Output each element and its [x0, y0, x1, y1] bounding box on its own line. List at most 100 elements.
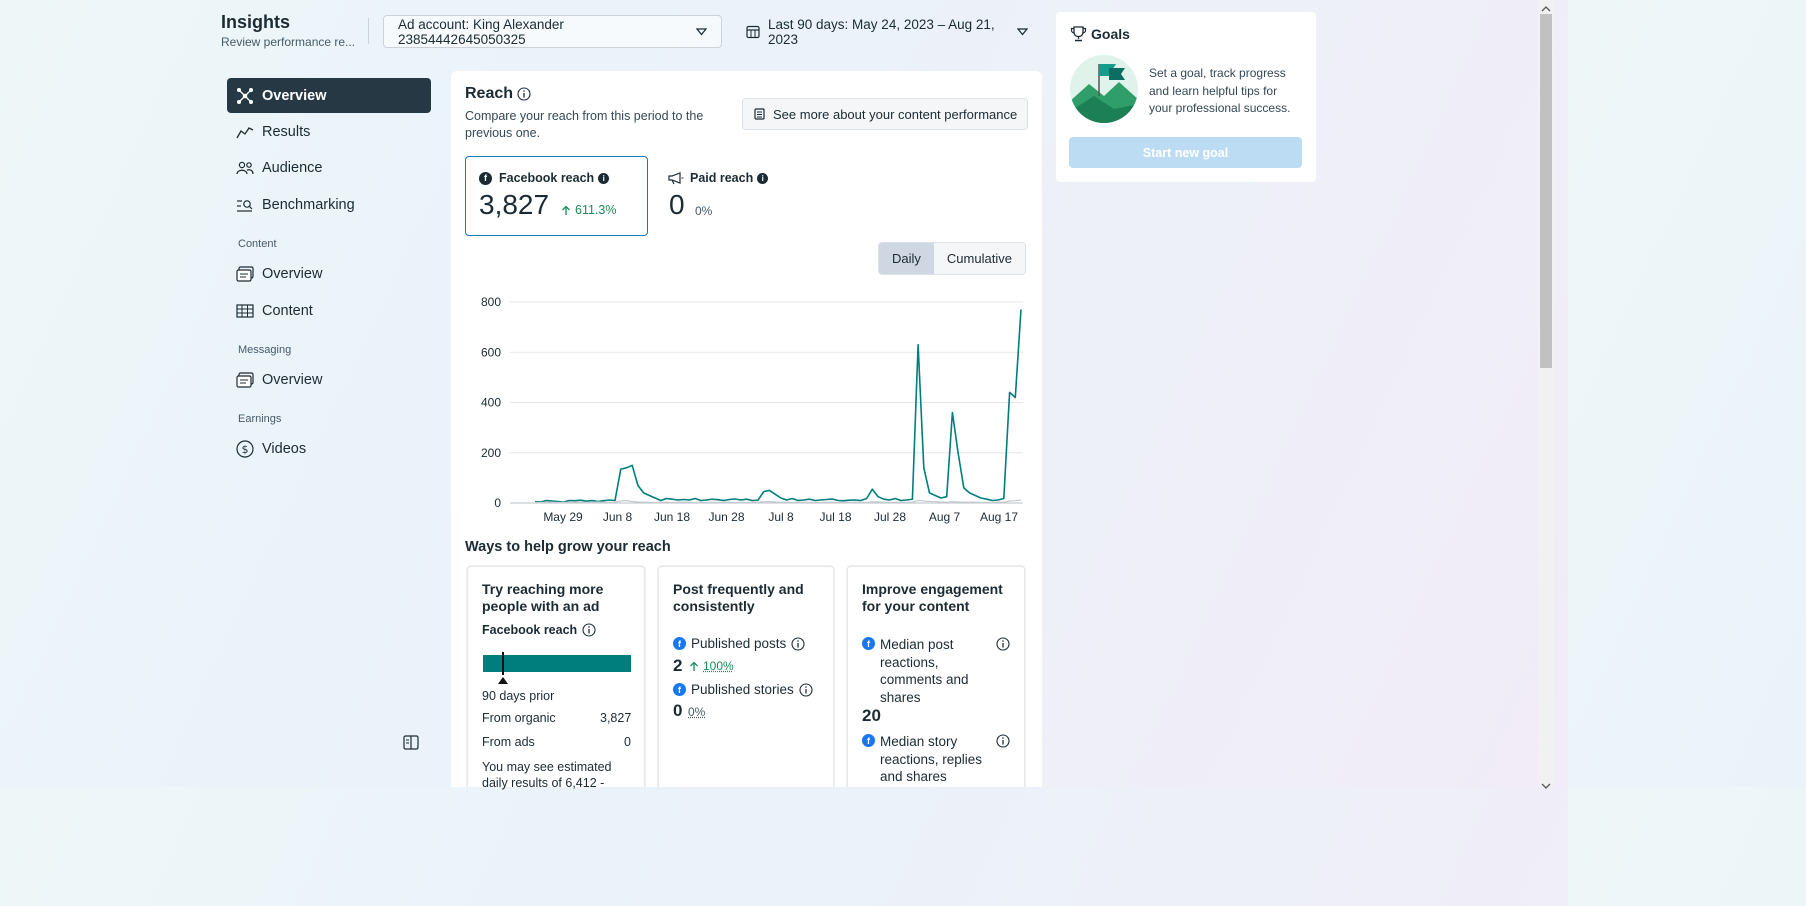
ads-value: 0: [624, 735, 631, 749]
sidebar-heading-content: Content: [238, 238, 277, 250]
x-tick-label: Jun 28: [708, 510, 744, 524]
median-story-metric: f Median story reactions, replies and sh…: [862, 733, 990, 786]
info-icon[interactable]: [791, 636, 805, 651]
sidebar-heading-messaging: Messaging: [238, 344, 292, 356]
sidebar-item-benchmarking[interactable]: Benchmarking: [227, 187, 431, 222]
date-range-label: Last 90 days: May 24, 2023 – Aug 21, 202…: [768, 16, 995, 47]
content-overview-icon: [235, 264, 255, 284]
sidebar-item-label: Audience: [262, 159, 323, 176]
facebook-reach-change: 611.3%: [561, 203, 616, 217]
sidebar-item-audience[interactable]: Audience: [227, 150, 431, 185]
sidebar-item-label: Results: [262, 123, 311, 140]
ads-label: From ads: [482, 735, 535, 749]
ad-account-dropdown[interactable]: Ad account: King Alexander 2385444264505…: [383, 15, 722, 48]
tip-card-post-frequency-title: Post frequently and consistently: [673, 581, 804, 614]
organic-value: 3,827: [600, 711, 632, 725]
facebook-icon: f: [673, 683, 686, 696]
sidebar-item-messaging-overview[interactable]: Overview: [227, 362, 431, 397]
facebook-icon: f: [479, 171, 492, 185]
table-icon: [235, 301, 255, 321]
collapse-sidebar-icon[interactable]: [403, 735, 419, 755]
see-more-button[interactable]: See more about your content performance: [742, 98, 1028, 130]
x-tick-label: May 29: [543, 510, 583, 524]
published-posts-value: 2: [673, 656, 683, 675]
facebook-reach-label-text: Facebook reach: [499, 171, 595, 185]
page-subtitle: Review performance re...: [221, 35, 356, 49]
audience-icon: [235, 158, 255, 178]
facebook-icon: f: [862, 734, 875, 747]
estimate-note: You may see estimated daily results of 6…: [482, 760, 612, 790]
dollar-icon: $: [235, 439, 255, 459]
published-stories-change: 0%: [688, 705, 706, 719]
reach-progress-bar: [483, 655, 631, 672]
sidebar-item-content-overview[interactable]: Overview: [227, 256, 431, 291]
messaging-overview-icon: [235, 370, 255, 390]
goals-title-text: Goals: [1091, 26, 1130, 42]
marker-label: 90 days prior: [482, 689, 555, 703]
sidebar-item-label: Benchmarking: [262, 196, 355, 213]
published-stories-text: Published stories: [691, 682, 794, 697]
facebook-reach-value: 3,827: [479, 189, 550, 220]
organic-label: From organic: [482, 711, 556, 725]
reach-title: Reach: [465, 85, 531, 103]
x-tick-label: Jul 8: [768, 510, 794, 524]
daily-cumulative-toggle: Daily Cumulative: [878, 242, 1026, 275]
header-divider: [368, 18, 369, 44]
goals-description: Set a goal, track progress and learn hel…: [1149, 66, 1291, 115]
scroll-down-arrow-icon[interactable]: [1541, 777, 1551, 795]
info-icon[interactable]: i: [598, 172, 610, 184]
facebook-reach-change-text: 611.3%: [575, 203, 617, 217]
tip-card-engagement-title: Improve engagement for your content: [862, 581, 1003, 614]
info-icon[interactable]: [799, 682, 813, 697]
reach-progress-marker: [498, 677, 508, 684]
scroll-up-arrow-icon[interactable]: [1541, 0, 1551, 18]
arrow-up-icon: [689, 661, 699, 672]
goals-title: Goals: [1070, 26, 1130, 42]
y-tick-label: 200: [481, 446, 501, 460]
sidebar-item-content[interactable]: Content: [227, 293, 431, 328]
sidebar-item-label: Videos: [262, 440, 307, 457]
x-tick-label: Jun 18: [654, 510, 690, 524]
goal-flag-illustration: [1069, 54, 1139, 129]
y-tick-label: 800: [481, 295, 501, 309]
published-posts-text: Published posts: [691, 636, 787, 651]
x-tick-label: Aug 17: [980, 510, 1018, 524]
info-icon[interactable]: [582, 623, 596, 637]
paid-reach-label-text: Paid reach: [690, 171, 754, 185]
ad-account-label: Ad account: King Alexander 2385444264505…: [398, 16, 564, 47]
info-icon[interactable]: [996, 734, 1010, 753]
scrollbar-thumb[interactable]: [1540, 14, 1552, 368]
paid-reach-value: 0: [669, 189, 685, 220]
sidebar-item-videos[interactable]: $ Videos: [227, 431, 431, 466]
info-icon[interactable]: [996, 637, 1010, 656]
overview-icon: [235, 86, 255, 106]
sidebar-item-results[interactable]: Results: [227, 114, 431, 149]
chevron-down-icon: [1017, 27, 1028, 36]
sidebar-item-overview[interactable]: Overview: [227, 78, 431, 113]
daily-toggle-button[interactable]: Daily: [879, 243, 934, 274]
chevron-down-icon: [696, 27, 707, 36]
reach-title-text: Reach: [465, 85, 514, 102]
published-posts-label: f Published posts: [673, 636, 805, 651]
cumulative-toggle-button[interactable]: Cumulative: [933, 243, 1025, 274]
published-stories-value: 0: [673, 701, 683, 720]
page-title: Insights: [221, 12, 291, 32]
sidebar-item-label: Content: [262, 302, 313, 319]
y-tick-label: 400: [481, 396, 501, 410]
date-range-dropdown[interactable]: Last 90 days: May 24, 2023 – Aug 21, 202…: [736, 15, 1042, 48]
see-more-label: See more about your content performance: [773, 106, 1018, 122]
facebook-reach-label: f Facebook reach i: [479, 171, 610, 185]
paid-reach-label[interactable]: Paid reach i: [668, 171, 769, 185]
sidebar-item-label: Overview: [262, 265, 323, 282]
paid-reach-change: 0%: [695, 204, 713, 218]
facebook-icon: f: [862, 637, 875, 650]
svg-text:$: $: [242, 443, 249, 456]
arrow-up-icon: [561, 205, 571, 216]
grow-reach-title: Ways to help grow your reach: [465, 539, 671, 555]
info-icon[interactable]: [517, 87, 531, 101]
reach-line-chart: 800 600 400 200 0 May 29 Jun 8 Jun 18 Jun 28 Jul …: [481, 295, 1023, 524]
info-icon[interactable]: i: [757, 172, 769, 184]
start-new-goal-button[interactable]: Start new goal: [1069, 137, 1302, 168]
y-tick-label: 600: [481, 345, 501, 359]
facebook-reach-series-line: [534, 309, 1022, 503]
